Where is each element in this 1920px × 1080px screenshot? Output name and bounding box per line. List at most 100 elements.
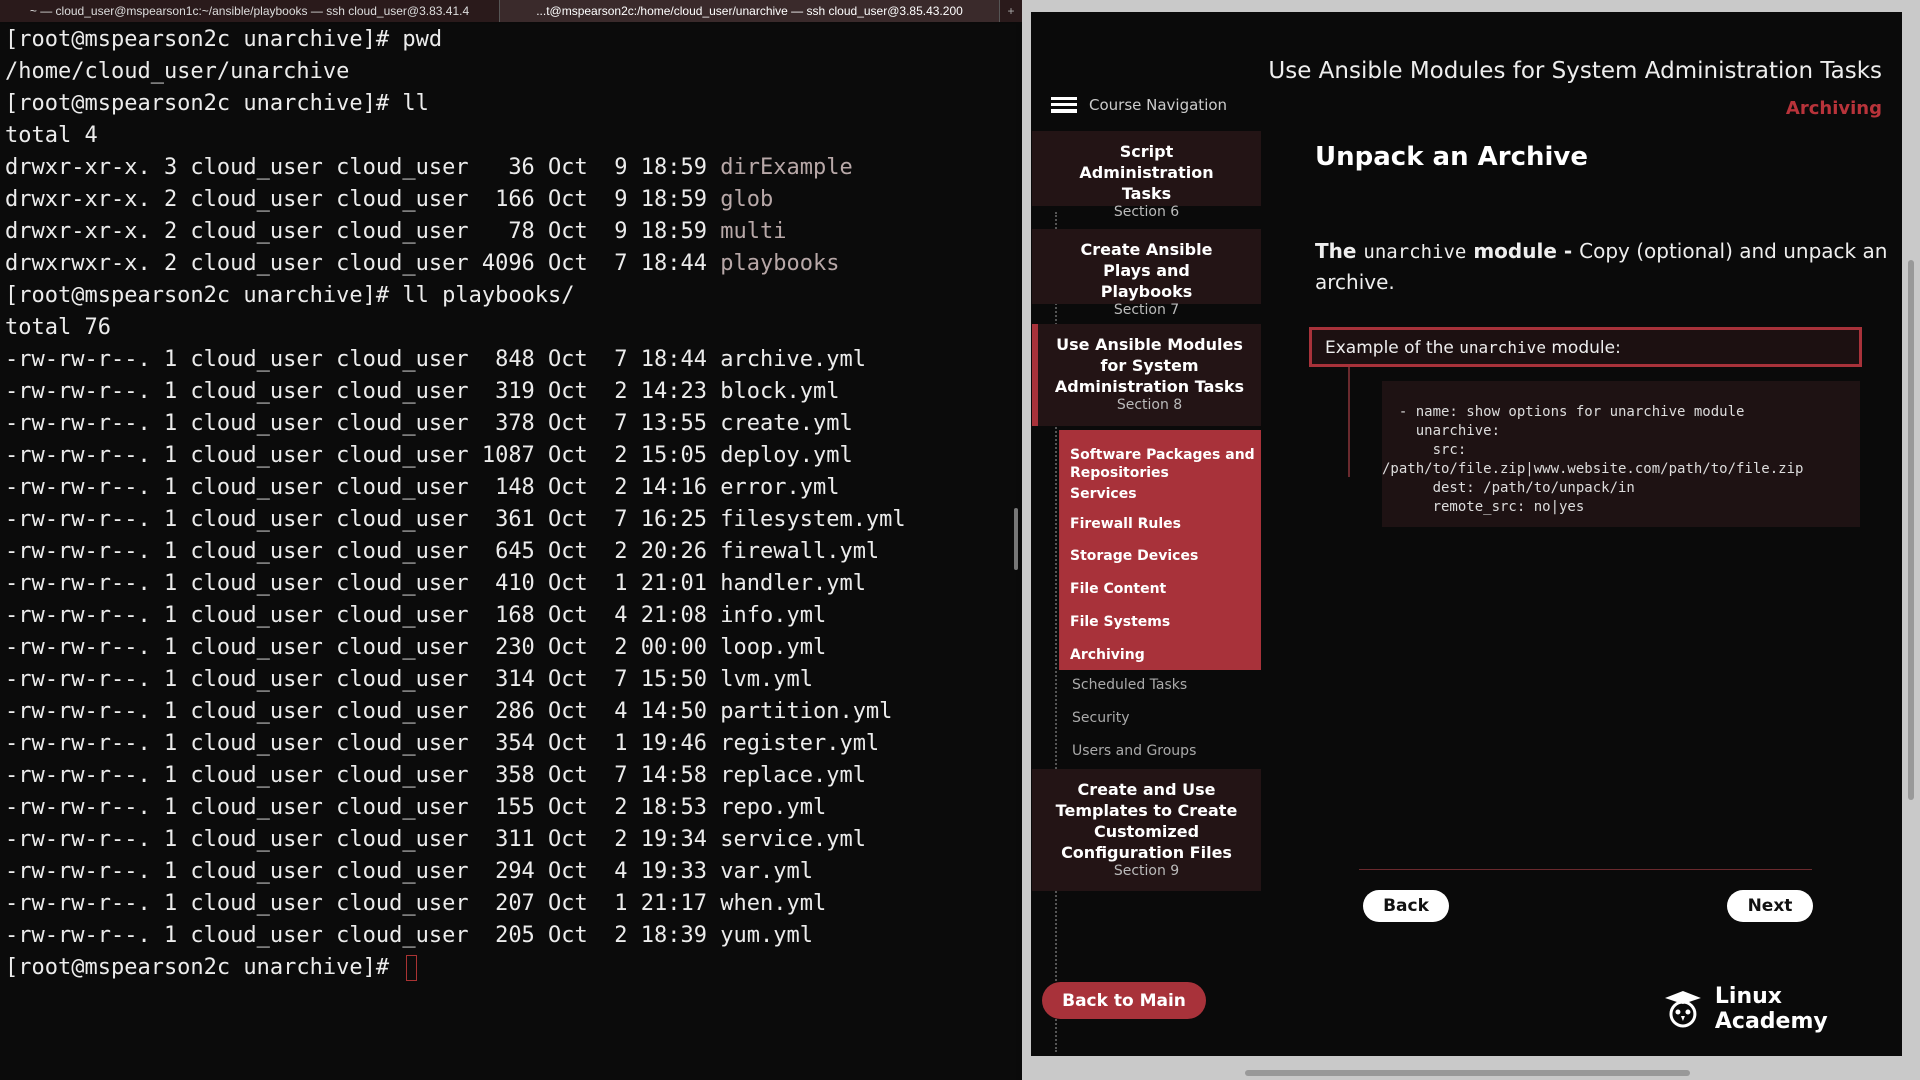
- linux-academy-logo: Linux Academy: [1663, 984, 1902, 1034]
- panel-vertical-scrollbar[interactable]: [1908, 260, 1914, 800]
- terminal-line: [root@mspearson2c unarchive]# pwd: [5, 24, 1016, 56]
- line-text: -rw-rw-r--. 1 cloud_user cloud_user 311 …: [5, 827, 866, 852]
- lesson-scheduled-tasks[interactable]: Scheduled Tasks: [1072, 676, 1187, 694]
- course-title: Use Ansible Modules for System Administr…: [1268, 58, 1882, 84]
- desc-module-label: module -: [1466, 239, 1580, 263]
- directory-name: dirExample: [720, 155, 853, 180]
- line-text: total 76: [5, 315, 111, 340]
- current-lesson-tag: Archiving: [1785, 98, 1882, 119]
- course-navigation-label: Course Navigation: [1089, 96, 1228, 114]
- terminal-line: -rw-rw-r--. 1 cloud_user cloud_user 1087…: [5, 440, 1016, 472]
- section-8-card[interactable]: Use Ansible Modules for System Administr…: [1032, 324, 1261, 426]
- section-7-card[interactable]: Create Ansible Plays and Playbooks Secti…: [1032, 229, 1261, 318]
- terminal-line: total 76: [5, 312, 1016, 344]
- desc-the: The: [1315, 239, 1364, 263]
- example-callout: Example of the unarchive module:: [1309, 327, 1862, 367]
- back-to-main-button[interactable]: Back to Main: [1042, 982, 1206, 1019]
- terminal-prompt-line[interactable]: [root@mspearson2c unarchive]#: [5, 952, 1016, 984]
- lesson-security[interactable]: Security: [1072, 709, 1130, 727]
- terminal-line: -rw-rw-r--. 1 cloud_user cloud_user 645 …: [5, 536, 1016, 568]
- divider: [1359, 869, 1812, 870]
- cursor: [406, 955, 418, 981]
- terminal-line: /home/cloud_user/unarchive: [5, 56, 1016, 88]
- lesson-users-and-groups[interactable]: Users and Groups: [1072, 742, 1196, 760]
- lesson-services[interactable]: Services: [1070, 485, 1137, 503]
- line-text: [root@mspearson2c unarchive]# pwd: [5, 27, 443, 52]
- section-title: Use Ansible Modules for System Administr…: [1054, 335, 1245, 396]
- line-text: -rw-rw-r--. 1 cloud_user cloud_user 286 …: [5, 699, 893, 724]
- terminal-line: [root@mspearson2c unarchive]# ll: [5, 88, 1016, 120]
- lesson-file-systems[interactable]: File Systems: [1070, 613, 1170, 631]
- terminal-scrollbar[interactable]: [1014, 508, 1018, 570]
- terminal-tab-2[interactable]: ...t@mspearson2c:/home/cloud_user/unarch…: [500, 0, 1000, 22]
- terminal-line: -rw-rw-r--. 1 cloud_user cloud_user 354 …: [5, 728, 1016, 760]
- section-number: Section 9: [1113, 863, 1180, 879]
- lesson-storage-devices[interactable]: Storage Devices: [1070, 547, 1198, 565]
- terminal-line: total 4: [5, 120, 1016, 152]
- terminal-line: -rw-rw-r--. 1 cloud_user cloud_user 207 …: [5, 888, 1016, 920]
- lesson-archiving[interactable]: Archiving: [1070, 646, 1145, 664]
- line-text: -rw-rw-r--. 1 cloud_user cloud_user 314 …: [5, 667, 813, 692]
- terminal-line: -rw-rw-r--. 1 cloud_user cloud_user 319 …: [5, 376, 1016, 408]
- new-tab-plus-icon[interactable]: +: [1000, 0, 1022, 22]
- terminal-output[interactable]: [root@mspearson2c unarchive]# pwd/home/c…: [0, 24, 1016, 1080]
- terminal-line: -rw-rw-r--. 1 cloud_user cloud_user 848 …: [5, 344, 1016, 376]
- section-title: Create Ansible Plays and Playbooks: [1080, 240, 1213, 301]
- terminal-line: -rw-rw-r--. 1 cloud_user cloud_user 314 …: [5, 664, 1016, 696]
- line-text: [root@mspearson2c unarchive]# ll: [5, 91, 429, 116]
- lesson-file-content[interactable]: File Content: [1070, 580, 1166, 598]
- course-navigation-toggle[interactable]: Course Navigation: [1051, 96, 1227, 114]
- lesson-firewall-rules[interactable]: Firewall Rules: [1070, 515, 1181, 533]
- terminal-line: drwxr-xr-x. 2 cloud_user cloud_user 78 O…: [5, 216, 1016, 248]
- section-number: Section 6: [1113, 204, 1180, 220]
- line-text: -rw-rw-r--. 1 cloud_user cloud_user 645 …: [5, 539, 880, 564]
- line-text: -rw-rw-r--. 1 cloud_user cloud_user 205 …: [5, 923, 813, 948]
- line-text: -rw-rw-r--. 1 cloud_user cloud_user 410 …: [5, 571, 866, 596]
- section-6-card[interactable]: Script Administration Tasks Section 6: [1032, 131, 1261, 220]
- section-number: Section 7: [1113, 302, 1180, 318]
- line-text: -rw-rw-r--. 1 cloud_user cloud_user 207 …: [5, 891, 827, 916]
- lesson-description: The unarchive module - Copy (optional) a…: [1315, 236, 1895, 297]
- line-text: -rw-rw-r--. 1 cloud_user cloud_user 294 …: [5, 859, 813, 884]
- next-button[interactable]: Next: [1727, 890, 1813, 922]
- line-text: /home/cloud_user/unarchive: [5, 59, 350, 84]
- terminal-line: drwxrwxr-x. 2 cloud_user cloud_user 4096…: [5, 248, 1016, 280]
- line-text: total 4: [5, 123, 98, 148]
- prompt: [root@mspearson2c unarchive]#: [5, 955, 403, 980]
- terminal-line: drwxr-xr-x. 2 cloud_user cloud_user 166 …: [5, 184, 1016, 216]
- terminal-line: -rw-rw-r--. 1 cloud_user cloud_user 361 …: [5, 504, 1016, 536]
- example-text-end: module:: [1545, 338, 1621, 358]
- line-text: -rw-rw-r--. 1 cloud_user cloud_user 168 …: [5, 603, 827, 628]
- directory-name: playbooks: [720, 251, 840, 276]
- terminal-tab-bar: ~ — cloud_user@mspearson1c:~/ansible/pla…: [0, 0, 1022, 22]
- line-text: -rw-rw-r--. 1 cloud_user cloud_user 354 …: [5, 731, 880, 756]
- menu-icon: [1051, 97, 1077, 113]
- section-9-card[interactable]: Create and Use Templates to Create Custo…: [1032, 769, 1261, 891]
- section-title: Create and Use Templates to Create Custo…: [1055, 780, 1238, 862]
- terminal-line: -rw-rw-r--. 1 cloud_user cloud_user 378 …: [5, 408, 1016, 440]
- terminal-line: -rw-rw-r--. 1 cloud_user cloud_user 286 …: [5, 696, 1016, 728]
- terminal-line: -rw-rw-r--. 1 cloud_user cloud_user 155 …: [5, 792, 1016, 824]
- course-panel: Use Ansible Modules for System Administr…: [1031, 12, 1902, 1056]
- directory-name: glob: [720, 187, 774, 212]
- brand-name: Linux Academy: [1714, 984, 1828, 1034]
- back-button[interactable]: Back: [1363, 890, 1449, 922]
- section-title: Script Administration Tasks: [1079, 142, 1214, 203]
- terminal-line: -rw-rw-r--. 1 cloud_user cloud_user 358 …: [5, 760, 1016, 792]
- example-text: Example of the: [1325, 338, 1460, 358]
- terminal-line: -rw-rw-r--. 1 cloud_user cloud_user 148 …: [5, 472, 1016, 504]
- line-text: drwxr-xr-x. 3 cloud_user cloud_user 36 O…: [5, 155, 721, 180]
- line-text: drwxr-xr-x. 2 cloud_user cloud_user 166 …: [5, 187, 721, 212]
- terminal-line: -rw-rw-r--. 1 cloud_user cloud_user 311 …: [5, 824, 1016, 856]
- lesson-software-packages[interactable]: Software Packages and Repositories: [1070, 446, 1260, 482]
- line-text: drwxrwxr-x. 2 cloud_user cloud_user 4096…: [5, 251, 721, 276]
- section-number: Section 8: [1116, 397, 1183, 413]
- line-text: -rw-rw-r--. 1 cloud_user cloud_user 1087…: [5, 443, 853, 468]
- owl-graduation-icon: [1664, 991, 1701, 1028]
- example-module: unarchive: [1459, 338, 1546, 357]
- line-text: -rw-rw-r--. 1 cloud_user cloud_user 148 …: [5, 475, 840, 500]
- line-text: -rw-rw-r--. 1 cloud_user cloud_user 358 …: [5, 763, 866, 788]
- panel-horizontal-scrollbar[interactable]: [1245, 1070, 1690, 1076]
- terminal-tab-1[interactable]: ~ — cloud_user@mspearson1c:~/ansible/pla…: [0, 0, 500, 22]
- code-block: - name: show options for unarchive modul…: [1382, 381, 1860, 527]
